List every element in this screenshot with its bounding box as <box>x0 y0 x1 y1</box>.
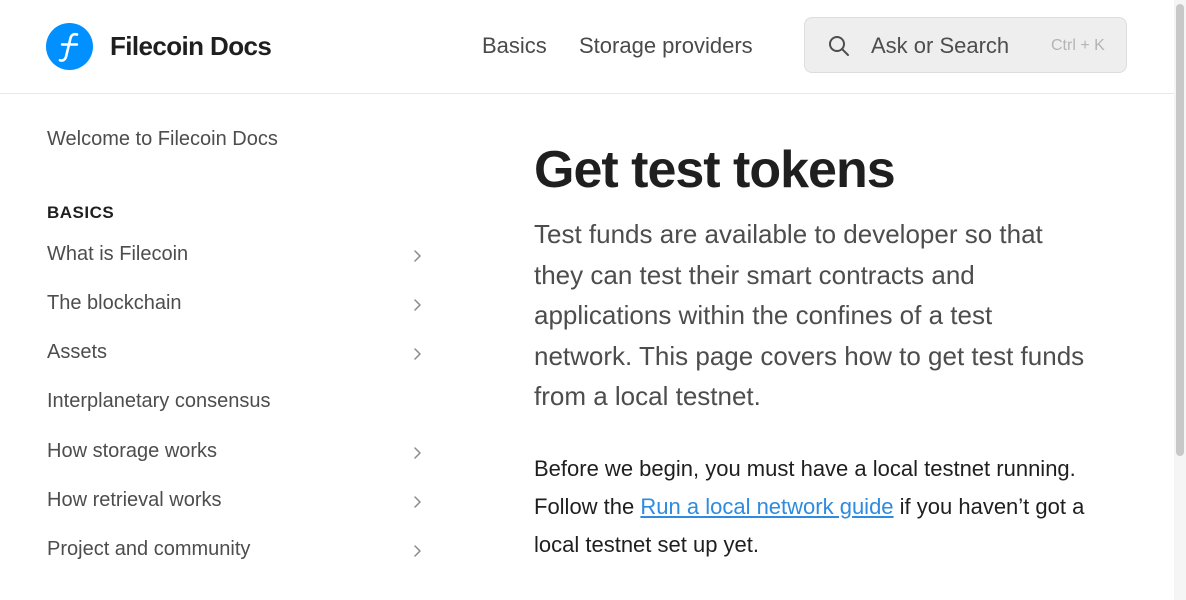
scrollbar-thumb[interactable] <box>1176 4 1184 456</box>
chevron-right-icon[interactable] <box>411 298 425 312</box>
sidebar-item-label: How retrieval works <box>47 489 222 511</box>
chevron-right-icon[interactable] <box>411 347 425 361</box>
chevron-right-icon[interactable] <box>411 495 425 509</box>
chevron-right-icon[interactable] <box>411 249 425 263</box>
search-icon <box>829 36 849 56</box>
brand-name[interactable]: Filecoin Docs <box>110 31 272 62</box>
search-box[interactable]: Ask or Search Ctrl + K <box>804 17 1127 73</box>
chevron-right-icon[interactable] <box>411 446 425 460</box>
sidebar-item-the-blockchain[interactable]: The blockchain <box>47 290 427 320</box>
sidebar-item-how-storage-works[interactable]: How storage works <box>47 438 427 468</box>
sidebar-item-welcome[interactable]: Welcome to Filecoin Docs <box>47 128 278 151</box>
sidebar-item-label: Interplanetary consensus <box>47 390 271 412</box>
nav-basics[interactable]: Basics <box>482 33 547 59</box>
sidebar-item-project-and-community[interactable]: Project and community <box>47 536 427 566</box>
sidebar-section-title: BASICS <box>47 203 115 222</box>
sidebar-item-how-retrieval-works[interactable]: How retrieval works <box>47 487 427 517</box>
search-shortcut: Ctrl + K <box>1051 37 1105 54</box>
run-local-network-guide-link[interactable]: Run a local network guide <box>640 494 893 519</box>
nav-storage-providers[interactable]: Storage providers <box>579 33 753 59</box>
chevron-right-icon[interactable] <box>411 544 425 558</box>
top-header: Filecoin Docs Basics Storage providers A… <box>0 0 1174 94</box>
sidebar-item-interplanetary-consensus[interactable]: Interplanetary consensus <box>47 388 427 418</box>
sidebar-item-label: What is Filecoin <box>47 243 189 265</box>
sidebar: Welcome to Filecoin Docs BASICS What is … <box>0 94 480 600</box>
search-placeholder: Ask or Search <box>871 33 1010 58</box>
body-paragraph: Before we begin, you must have a local t… <box>534 450 1094 564</box>
sidebar-item-label: The blockchain <box>47 292 182 314</box>
sidebar-item-label: Project and community <box>47 538 251 560</box>
sidebar-item-what-is-filecoin[interactable]: What is Filecoin <box>47 241 427 271</box>
sidebar-item-label: Assets <box>47 341 108 363</box>
filecoin-logo-icon[interactable] <box>46 23 93 70</box>
sidebar-item-label: How storage works <box>47 440 218 462</box>
sidebar-item-assets[interactable]: Assets <box>47 339 427 369</box>
page-lead: Test funds are available to developer so… <box>534 219 1085 411</box>
page-title: Get test tokens <box>534 141 896 199</box>
